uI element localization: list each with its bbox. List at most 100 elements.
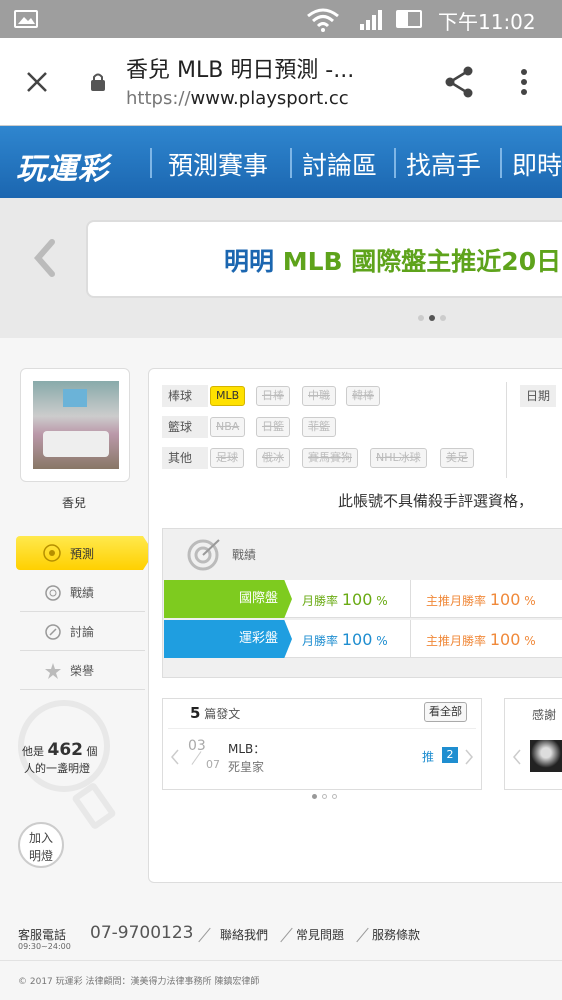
main-content: 香兒 預測 戰績 討論 榮譽 他是 462 個 人的一盞明燈 加入明燈 棒球 M…	[0, 338, 562, 898]
record-row-international: 國際盤 月勝率 100 % 主推月勝率 100 %	[164, 580, 562, 618]
nav-item-live[interactable]: 即時	[512, 146, 562, 182]
divider	[506, 382, 507, 478]
service-hours: 09:30~24:00	[18, 942, 71, 951]
footer-slash	[198, 927, 211, 943]
chevron-left-icon[interactable]	[512, 748, 522, 766]
divider	[410, 620, 411, 658]
service-phone[interactable]: 07-9700123	[90, 923, 193, 943]
posts-count: 5 篇發文	[190, 704, 241, 722]
push-count-badge: 2	[442, 747, 458, 763]
nav-item-experts[interactable]: 找高手	[406, 146, 481, 182]
tag-jp-basketball[interactable]: 日籃	[256, 417, 290, 437]
carousel-dots[interactable]	[418, 306, 447, 325]
target-icon	[43, 544, 61, 562]
share-icon[interactable]	[444, 66, 474, 98]
menu-label: 討論	[70, 625, 95, 639]
banner-text: 明明 MLB 國際盤主推近20日	[224, 242, 561, 278]
target-icon	[45, 585, 61, 601]
month-win-rate: 月勝率 100 %	[302, 590, 388, 609]
promo-banner: 明明 MLB 國際盤主推近20日	[0, 198, 562, 338]
divider	[410, 580, 411, 618]
view-all-button[interactable]: 看全部	[424, 702, 467, 722]
lock-icon	[91, 73, 105, 91]
record-row-lottery: 運彩盤 月勝率 100 % 主推月勝率 100 %	[164, 620, 562, 658]
tag-nhl[interactable]: NHL冰球	[370, 448, 427, 468]
tag-cpbl[interactable]: 中職	[302, 386, 336, 406]
url-host: www.playsport.cc	[190, 88, 349, 109]
date-filter[interactable]: 日期	[520, 385, 557, 407]
divider	[0, 960, 562, 961]
menu-item-honor[interactable]: 榮譽	[20, 652, 145, 690]
footer-link-contact[interactable]: 聯絡我們	[220, 926, 268, 943]
url-scheme: https://	[126, 88, 191, 109]
category-label: 棒球	[162, 385, 208, 407]
thanks-avatar[interactable]	[530, 740, 562, 772]
menu-item-predict[interactable]: 預測	[16, 536, 154, 570]
more-menu-icon[interactable]	[520, 68, 528, 96]
banner-name: 明明	[224, 247, 275, 276]
footer-slash	[356, 927, 369, 943]
record-row-name: 國際盤	[164, 580, 292, 618]
menu-label: 戰績	[70, 586, 95, 600]
nav-divider	[150, 148, 152, 178]
tag-soccer[interactable]: 足球	[210, 448, 244, 468]
tag-kr-baseball[interactable]: 韓棒	[346, 386, 380, 406]
push-label: 推	[422, 750, 435, 764]
main-win-rate: 主推月勝率 100 %	[426, 630, 536, 649]
site-logo[interactable]: 玩運彩	[16, 144, 109, 188]
menu-item-record[interactable]: 戰績	[20, 574, 145, 612]
thanks-label: 感謝	[532, 708, 557, 722]
gallery-notification-icon	[14, 10, 38, 28]
profile-name: 香兒	[62, 496, 87, 510]
carousel-dots[interactable]	[312, 784, 338, 803]
nav-item-forum[interactable]: 討論區	[302, 146, 377, 182]
tag-racing[interactable]: 賽馬賽狗	[302, 448, 358, 468]
footer-link-faq[interactable]: 常見問題	[296, 926, 344, 943]
close-icon[interactable]	[26, 71, 48, 93]
divider	[168, 728, 476, 729]
tag-khl[interactable]: 俄冰	[256, 448, 290, 468]
post-title[interactable]: MLB：	[228, 740, 265, 757]
chevron-left-icon[interactable]	[170, 748, 180, 766]
lamp-count: 他是 462 個	[22, 740, 98, 760]
lamp-text: 人的一盞明燈	[24, 762, 90, 775]
tag-nfl[interactable]: 美足	[440, 448, 474, 468]
tag-ph-basketball[interactable]: 菲籃	[302, 417, 336, 437]
clock: 下午11:02	[438, 10, 536, 34]
notice-text: 此帳號不具備殺手評選資格，	[338, 492, 534, 510]
tag-jp-baseball[interactable]: 日棒	[256, 386, 290, 406]
url[interactable]: https://www.playsport.cc	[126, 88, 349, 109]
nav-divider	[394, 148, 396, 178]
menu-label: 榮譽	[70, 664, 95, 678]
service-label: 客服電話	[18, 928, 67, 942]
tag-mlb[interactable]: MLB	[210, 386, 246, 406]
menu-item-discuss[interactable]: 討論	[20, 613, 145, 651]
post-month: 07	[206, 758, 220, 771]
medal-icon	[45, 663, 61, 679]
status-bar: 下午11:02	[0, 0, 562, 38]
chevron-right-icon[interactable]	[464, 748, 474, 766]
signal-icon	[360, 10, 382, 30]
nav-divider	[290, 148, 292, 178]
battery-icon	[396, 10, 422, 28]
add-lamp-button[interactable]: 加入明燈	[18, 822, 64, 868]
discussion-icon	[45, 624, 61, 640]
banner-league: MLB 國際盤主推近20日	[282, 247, 562, 276]
site-nav: 玩運彩 預測賽事 討論區 找高手 即時	[0, 126, 562, 198]
post-subtitle[interactable]: 死皇家	[228, 758, 264, 775]
wifi-icon	[307, 8, 339, 32]
browser-toolbar: 香兒 MLB 明日預測 -... https://www.playsport.c…	[0, 38, 562, 126]
avatar[interactable]	[20, 368, 130, 482]
footer-slash	[280, 927, 293, 943]
footer-link-terms[interactable]: 服務條款	[372, 926, 420, 943]
chevron-left-icon[interactable]	[30, 238, 60, 278]
page-title[interactable]: 香兒 MLB 明日預測 -...	[126, 52, 354, 84]
category-label: 其他	[162, 447, 208, 469]
record-row-name: 運彩盤	[164, 620, 292, 658]
main-win-rate: 主推月勝率 100 %	[426, 590, 536, 609]
tag-nba[interactable]: NBA	[210, 417, 246, 437]
nav-item-predict[interactable]: 預測賽事	[168, 146, 268, 182]
month-win-rate: 月勝率 100 %	[302, 630, 388, 649]
menu-label: 預測	[70, 547, 95, 561]
record-title: 戰績	[232, 548, 257, 562]
